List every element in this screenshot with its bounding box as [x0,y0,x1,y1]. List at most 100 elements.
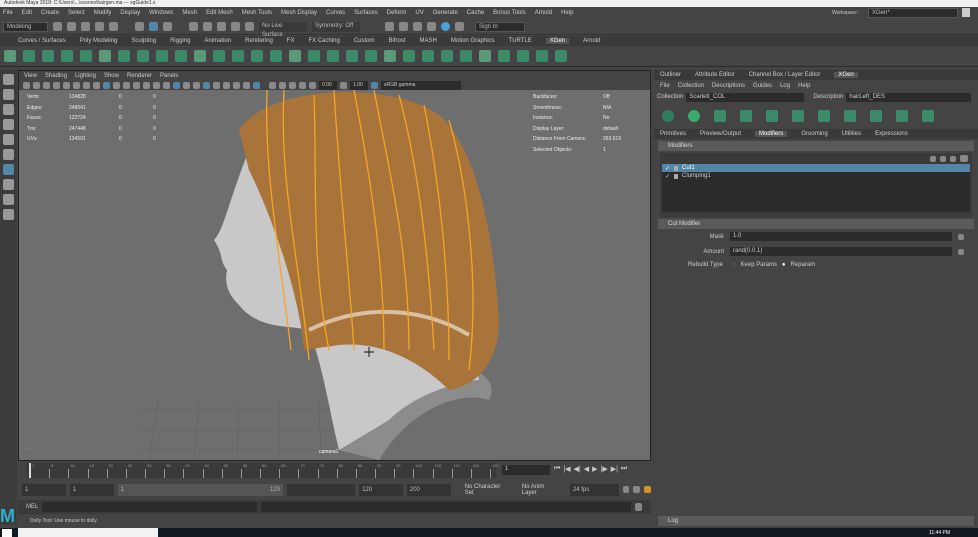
xgen-menu-log[interactable]: Log [780,83,790,89]
xgen-shelf-tool-icon[interactable] [384,50,396,62]
xgen-shelf-tool-icon[interactable] [289,50,301,62]
tab-xgen[interactable]: XGen [834,72,858,78]
step-back-icon[interactable]: ◀| [574,465,581,473]
single-view-layout-icon[interactable] [3,179,14,190]
step-forward-key-icon[interactable]: ▶| [611,465,618,473]
subtab-modifiers[interactable]: Modifiers [755,131,788,137]
modifier-item[interactable]: ✓ Clumping1 [662,172,970,180]
menu-bonus-tools[interactable]: Bonus Tools [493,10,526,16]
move-guide-icon[interactable] [740,110,752,122]
xgen-menu-guides[interactable]: Guides [753,83,772,89]
menu-mesh-tools[interactable]: Mesh Tools [242,10,272,16]
snap-view-icon[interactable] [231,22,240,31]
mel-label[interactable]: MEL [26,504,38,510]
xgen-shelf-tool-icon[interactable] [517,50,529,62]
loop-icon[interactable] [622,486,630,493]
menu-uv[interactable]: UV [415,10,423,16]
color-management-icon[interactable] [371,81,378,89]
shelf-tab-curves-surfaces[interactable]: Curves / Surfaces [18,38,66,44]
render-view-icon[interactable] [385,22,394,31]
xgen-shelf-tool-icon[interactable] [327,50,339,62]
move-down-icon[interactable] [940,155,946,162]
open-scene-icon[interactable] [67,22,76,31]
curves-to-guides-icon[interactable] [870,110,882,122]
xgen-shelf-tool-icon[interactable] [479,50,491,62]
symmetry-dropdown[interactable]: Symmetry: Off [312,21,360,32]
play-backward-icon[interactable]: ◀ [584,465,589,473]
step-back-key-icon[interactable]: |◀ [563,465,570,473]
shelf-tab-mash[interactable]: MASH [420,38,437,44]
new-scene-icon[interactable] [53,22,62,31]
command-input[interactable] [42,502,258,512]
outliner-layout-icon[interactable] [3,209,14,220]
xgen-shelf-tool-icon[interactable] [175,50,187,62]
xgen-shelf-tool-icon[interactable] [365,50,377,62]
subtab-preview-output[interactable]: Preview/Output [700,131,741,137]
xgen-shelf-tool-icon[interactable] [61,50,73,62]
rebuild-guides-icon[interactable] [896,110,908,122]
modifiers-section-header[interactable]: Modifiers [658,141,974,151]
undo-icon[interactable] [95,22,104,31]
menu-curves[interactable]: Curves [326,10,345,16]
xgen-shelf-tool-icon[interactable] [232,50,244,62]
snap-live-icon[interactable] [245,22,254,31]
subtab-grooming[interactable]: Grooming [801,131,827,137]
scale-tool-icon[interactable] [3,149,14,160]
workspace-dropdown[interactable]: XGen* [868,8,958,18]
shelf-tab-rendering[interactable]: Rendering [245,38,273,44]
playback-start-field[interactable]: 1 [69,483,114,496]
snap-curve-icon[interactable] [203,22,212,31]
exposure-field[interactable]: 0.00 [319,80,337,90]
add-modifier-icon[interactable] [766,110,778,122]
amount-field[interactable]: rand(0.0,1) [730,247,952,256]
character-set-dropdown[interactable]: No Character Set [465,484,510,496]
xgen-shelf-tool-icon[interactable] [194,50,206,62]
taskbar-search[interactable] [18,528,158,537]
viewport-panel[interactable]: View Shading Lighting Show Renderer Panels 0.… [18,70,651,461]
select-component-icon[interactable] [163,22,172,31]
shelf-tab-fx-caching[interactable]: FX Caching [308,38,339,44]
xgen-shelf-tool-icon[interactable] [422,50,434,62]
normalize-guides-icon[interactable] [922,110,934,122]
mode-dropdown[interactable]: Modeling [3,21,48,32]
menu-mesh-display[interactable]: Mesh Display [281,10,317,16]
xgen-shelf-tool-icon[interactable] [42,50,54,62]
xgen-shelf-tool-icon[interactable] [536,50,548,62]
four-view-layout-icon[interactable] [3,194,14,205]
subtab-expressions[interactable]: Expressions [875,131,908,137]
xgen-shelf-tool-icon[interactable] [80,50,92,62]
fps-dropdown[interactable]: 24 fps [569,483,619,496]
xgen-shelf-tool-icon[interactable] [498,50,510,62]
tab-channel-box-layer-editor[interactable]: Channel Box / Layer Editor [749,72,821,78]
go-to-start-icon[interactable]: ⏮ [554,465,560,473]
menu-mesh[interactable]: Mesh [182,10,197,16]
viewport-menu-view[interactable]: View [24,73,37,79]
xgen-shelf-tool-icon[interactable] [270,50,282,62]
guides-to-curves-icon[interactable] [844,110,856,122]
mask-field[interactable]: 1.0 [730,232,952,241]
menu-help[interactable]: Help [561,10,573,16]
tab-attribute-editor[interactable]: Attribute Editor [695,72,735,78]
menu-surfaces[interactable]: Surfaces [354,10,378,16]
select-object-icon[interactable] [149,22,158,31]
menu-arnold[interactable]: Arnold [535,10,552,16]
start-icon[interactable] [2,528,12,537]
xgen-menu-file[interactable]: File [660,83,670,89]
xgen-shelf-tool-icon[interactable] [555,50,567,62]
xgen-shelf-tool-icon[interactable] [156,50,168,62]
menu-display[interactable]: Display [120,10,140,16]
lock-guide-icon[interactable] [818,110,830,122]
menu-deform[interactable]: Deform [387,10,407,16]
shelf-tab-motion-graphics[interactable]: Motion Graphics [451,38,495,44]
create-description-icon[interactable] [662,110,674,122]
xgen-shelf-tool-icon[interactable] [403,50,415,62]
add-guide-icon[interactable] [714,110,726,122]
mask-expression-icon[interactable] [958,233,964,240]
auto-key-icon[interactable] [633,486,641,493]
rotate-tool-icon[interactable] [3,134,14,145]
render-settings-icon[interactable] [427,22,436,31]
keep-params-radio[interactable]: ○ [732,262,736,268]
xgen-shelf-tool-icon[interactable] [308,50,320,62]
log-section-header[interactable]: Log [658,516,974,526]
cut-modifier-section-header[interactable]: Cut Modifier [658,219,974,229]
